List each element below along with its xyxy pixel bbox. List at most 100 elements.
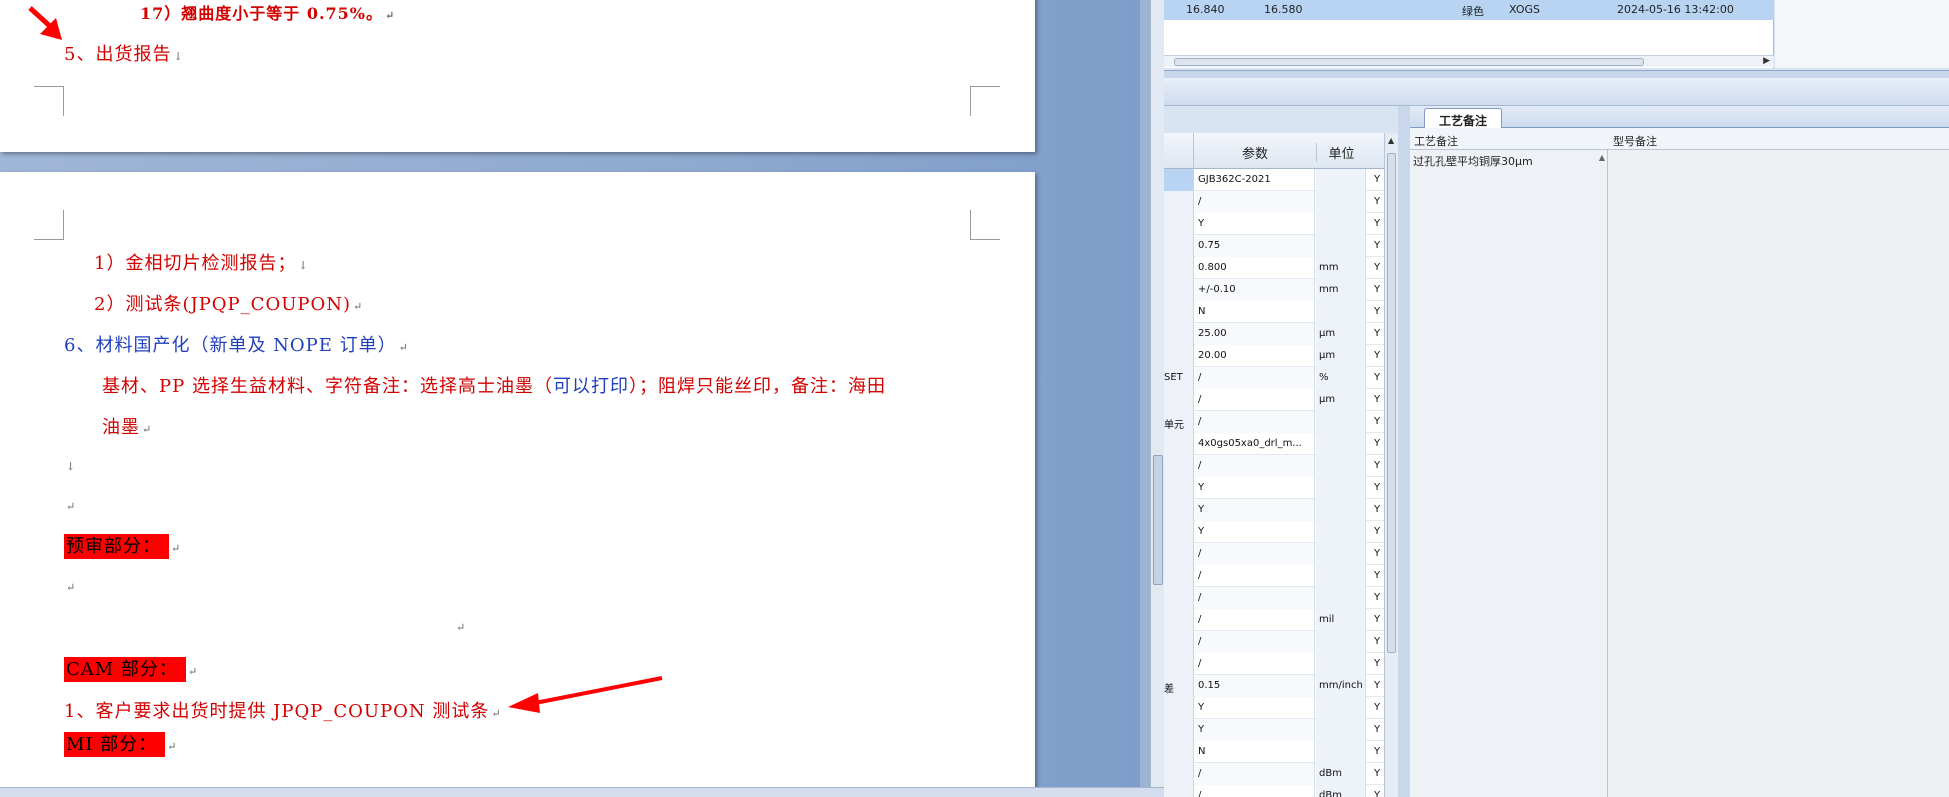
parameter-row[interactable]: / Y bbox=[1164, 455, 1384, 477]
parameter-name-cell[interactable] bbox=[1164, 565, 1194, 587]
parameter-row[interactable]: / Y bbox=[1164, 543, 1384, 565]
parameter-value-cell[interactable]: Y bbox=[1195, 697, 1315, 719]
word-scroll-thumb[interactable] bbox=[1153, 455, 1163, 585]
parameter-row[interactable]: 0.75 Y bbox=[1164, 235, 1384, 257]
header-unit[interactable]: 单位 bbox=[1316, 143, 1366, 162]
parameter-row[interactable]: GJB362C-2021 Y bbox=[1164, 169, 1384, 191]
parameter-unit-cell[interactable]: % bbox=[1316, 367, 1366, 389]
parameter-value-cell[interactable]: / bbox=[1195, 653, 1315, 675]
parameter-name-cell[interactable] bbox=[1164, 455, 1194, 477]
parameter-name-cell[interactable] bbox=[1164, 521, 1194, 543]
parameter-name-cell[interactable] bbox=[1164, 719, 1194, 741]
parameter-unit-cell[interactable] bbox=[1316, 301, 1366, 323]
parameter-name-cell[interactable] bbox=[1164, 191, 1194, 213]
panel-splitter[interactable] bbox=[1164, 70, 1949, 78]
parameter-name-cell[interactable] bbox=[1164, 763, 1194, 785]
parameter-value-cell[interactable]: 0.15 bbox=[1195, 675, 1315, 697]
parameter-name-cell[interactable] bbox=[1164, 587, 1194, 609]
parameter-unit-cell[interactable]: dBm bbox=[1316, 763, 1366, 785]
parameter-name-cell[interactable] bbox=[1164, 323, 1194, 345]
parameter-name-cell[interactable]: 单元 bbox=[1164, 411, 1194, 433]
parameter-row[interactable]: / Y bbox=[1164, 653, 1384, 675]
parameter-row[interactable]: YY bbox=[1164, 719, 1384, 741]
word-vertical-scrollbar[interactable] bbox=[1150, 0, 1164, 797]
parameters-scroll-thumb[interactable] bbox=[1387, 153, 1396, 653]
parameter-name-cell[interactable]: SET bbox=[1164, 367, 1194, 389]
model-notes-field[interactable] bbox=[1609, 150, 1949, 797]
parameter-unit-cell[interactable]: dBm bbox=[1316, 785, 1366, 797]
scroll-right-arrow-icon[interactable]: ▶ bbox=[1763, 56, 1770, 66]
parameter-row[interactable]: 0.800 mm Y bbox=[1164, 257, 1384, 279]
parameter-value-cell[interactable]: / bbox=[1195, 455, 1315, 477]
parameter-value-cell[interactable]: 20.00 bbox=[1195, 345, 1315, 367]
parameter-name-cell[interactable] bbox=[1164, 653, 1194, 675]
parameter-row[interactable]: / Y bbox=[1164, 191, 1384, 213]
parameter-unit-cell[interactable]: mm/inch bbox=[1316, 675, 1366, 697]
parameter-row[interactable]: 25.00 μm Y bbox=[1164, 323, 1384, 345]
parameter-value-cell[interactable]: Y bbox=[1195, 213, 1315, 235]
parameter-row[interactable]: YY bbox=[1164, 697, 1384, 719]
parameter-name-cell[interactable] bbox=[1164, 389, 1194, 411]
parameter-name-cell[interactable] bbox=[1164, 235, 1194, 257]
parameter-unit-cell[interactable] bbox=[1316, 169, 1366, 191]
orders-selected-row[interactable]: 16.840 16.580 绿色 XOGS 2024-05-16 13:42:0… bbox=[1164, 0, 1774, 20]
parameter-row[interactable]: YY bbox=[1164, 499, 1384, 521]
parameter-value-cell[interactable]: N bbox=[1195, 741, 1315, 763]
parameter-unit-cell[interactable] bbox=[1316, 697, 1366, 719]
parameter-name-cell[interactable] bbox=[1164, 477, 1194, 499]
scroll-up-arrow-icon[interactable]: ▲ bbox=[1388, 136, 1394, 145]
parameter-value-cell[interactable]: / bbox=[1195, 367, 1315, 389]
parameter-value-cell[interactable]: / bbox=[1195, 191, 1315, 213]
parameter-value-cell[interactable]: GJB362C-2021 bbox=[1195, 169, 1315, 191]
parameter-value-cell[interactable]: / bbox=[1195, 763, 1315, 785]
parameter-name-cell[interactable] bbox=[1164, 169, 1194, 191]
parameter-value-cell[interactable]: / bbox=[1195, 543, 1315, 565]
parameter-value-cell[interactable]: / bbox=[1195, 785, 1315, 797]
parameter-value-cell[interactable]: / bbox=[1195, 411, 1315, 433]
parameter-row[interactable]: YY bbox=[1164, 477, 1384, 499]
parameter-unit-cell[interactable] bbox=[1316, 543, 1366, 565]
parameter-unit-cell[interactable] bbox=[1316, 411, 1366, 433]
parameter-name-cell[interactable] bbox=[1164, 785, 1194, 797]
parameter-row[interactable]: 20.00 μm Y bbox=[1164, 345, 1384, 367]
parameter-unit-cell[interactable]: μm bbox=[1316, 323, 1366, 345]
parameter-value-cell[interactable]: / bbox=[1195, 389, 1315, 411]
orders-scroll-thumb[interactable] bbox=[1174, 58, 1644, 66]
parameter-unit-cell[interactable]: mm bbox=[1316, 279, 1366, 301]
parameter-unit-cell[interactable] bbox=[1316, 521, 1366, 543]
scroll-up-arrow-icon[interactable]: ▲ bbox=[1599, 153, 1605, 162]
parameter-name-cell[interactable] bbox=[1164, 741, 1194, 763]
parameter-row[interactable]: / Y bbox=[1164, 631, 1384, 653]
parameter-value-cell[interactable]: Y bbox=[1195, 477, 1315, 499]
parameter-name-cell[interactable] bbox=[1164, 609, 1194, 631]
parameter-row[interactable]: +/-0.10 mm Y bbox=[1164, 279, 1384, 301]
parameter-value-cell[interactable]: 0.75 bbox=[1195, 235, 1315, 257]
parameter-name-cell[interactable] bbox=[1164, 301, 1194, 323]
parameter-unit-cell[interactable] bbox=[1316, 719, 1366, 741]
parameter-unit-cell[interactable] bbox=[1316, 433, 1366, 455]
parameter-unit-cell[interactable] bbox=[1316, 499, 1366, 521]
parameter-row[interactable]: / dBm Y bbox=[1164, 785, 1384, 797]
parameter-value-cell[interactable]: Y bbox=[1195, 499, 1315, 521]
parameter-unit-cell[interactable] bbox=[1316, 477, 1366, 499]
parameter-name-cell[interactable] bbox=[1164, 631, 1194, 653]
parameter-value-cell[interactable]: 0.800 bbox=[1195, 257, 1315, 279]
parameter-name-cell[interactable] bbox=[1164, 499, 1194, 521]
parameter-name-cell[interactable] bbox=[1164, 279, 1194, 301]
parameter-row[interactable]: 单元 / Y bbox=[1164, 411, 1384, 433]
parameter-unit-cell[interactable] bbox=[1316, 631, 1366, 653]
parameter-unit-cell[interactable] bbox=[1316, 213, 1366, 235]
parameter-row[interactable]: / mil Y bbox=[1164, 609, 1384, 631]
parameter-unit-cell[interactable]: μm bbox=[1316, 345, 1366, 367]
parameter-unit-cell[interactable] bbox=[1316, 653, 1366, 675]
parameter-value-cell[interactable]: N bbox=[1195, 301, 1315, 323]
parameter-row[interactable]: NY bbox=[1164, 301, 1384, 323]
vertical-splitter[interactable] bbox=[1398, 106, 1410, 797]
parameter-name-cell[interactable] bbox=[1164, 345, 1194, 367]
parameter-row[interactable]: / Y bbox=[1164, 565, 1384, 587]
parameter-value-cell[interactable]: Y bbox=[1195, 521, 1315, 543]
parameter-unit-cell[interactable] bbox=[1316, 741, 1366, 763]
parameter-row[interactable]: / Y bbox=[1164, 587, 1384, 609]
parameter-name-cell[interactable] bbox=[1164, 697, 1194, 719]
parameter-value-cell[interactable]: +/-0.10 bbox=[1195, 279, 1315, 301]
